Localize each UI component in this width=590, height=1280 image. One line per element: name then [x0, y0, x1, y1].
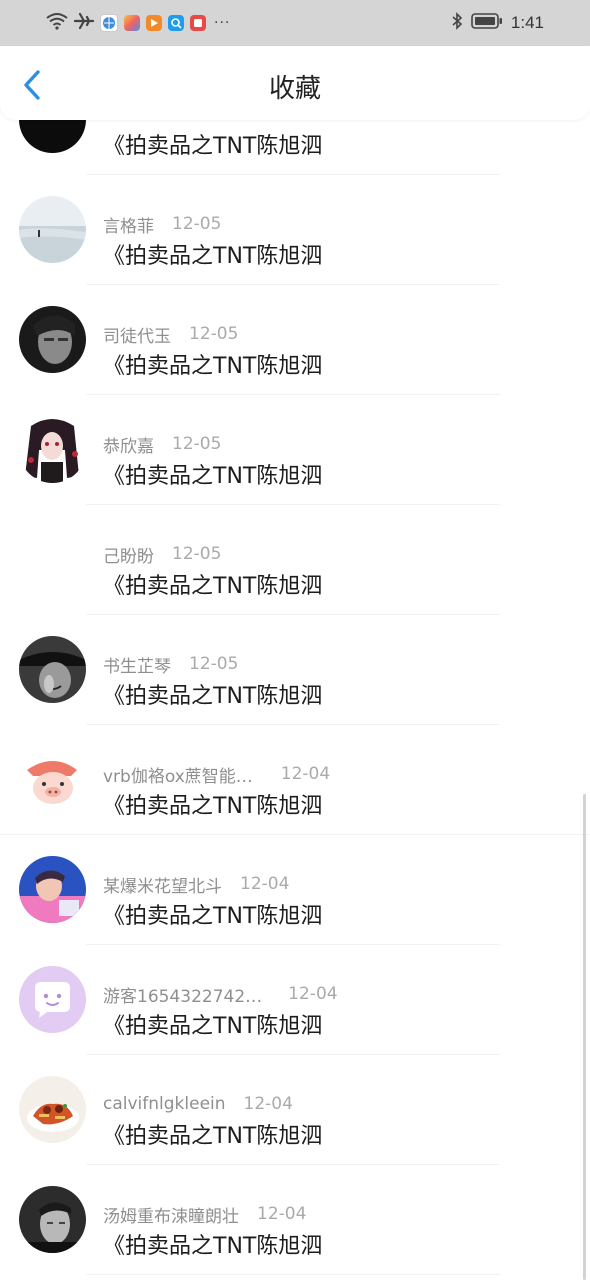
divider	[0, 834, 590, 835]
red-app-icon	[190, 15, 206, 31]
status-bar: ··· 1:41	[0, 0, 590, 46]
item-meta: 司徒代玉 12-05	[103, 324, 239, 347]
item-meta: 汤姆重布涑瞳朗壮 12-04	[103, 1204, 307, 1227]
favorite-item[interactable]: 司徒代玉 12-05 《拍卖品之TNT陈旭泗	[0, 286, 590, 396]
item-title: 《拍卖品之TNT陈旭泗	[103, 464, 323, 489]
item-title: 《拍卖品之TNT陈旭泗	[103, 904, 323, 929]
divider	[86, 284, 500, 285]
status-bar-left: ···	[46, 12, 230, 34]
favorite-item[interactable]: 游客1654322742… 12-04 《拍卖品之TNT陈旭泗	[0, 946, 590, 1056]
author-name: 某爆米花望北斗	[103, 876, 222, 897]
empty-avatar[interactable]	[19, 526, 86, 593]
item-title: 《拍卖品之TNT陈旭泗	[103, 1124, 323, 1149]
author-name: 言格菲	[103, 216, 154, 237]
item-title: 《拍卖品之TNT陈旭泗	[103, 1014, 323, 1039]
beach-avatar[interactable]	[19, 196, 86, 263]
item-date: 12-04	[257, 1204, 307, 1224]
item-title: 《拍卖品之TNT陈旭泗	[103, 1234, 323, 1259]
author-name: 汤姆重布涑瞳朗壮	[103, 1206, 239, 1227]
item-date: 12-05	[189, 654, 239, 674]
tiles-app-icon	[124, 15, 140, 31]
bw-portrait-avatar[interactable]	[19, 306, 86, 373]
favorites-list: 《拍卖品之TNT陈旭泗 言格菲 12-05 《拍卖品之TNT陈旭泗 司徒代玉 1…	[0, 66, 590, 1276]
item-meta: 书生芷琴 12-05	[103, 654, 239, 677]
author-name: calvifnlgkleein	[103, 1094, 226, 1114]
divider	[86, 724, 500, 725]
food-avatar[interactable]	[19, 1076, 86, 1143]
item-date: 12-05	[189, 324, 239, 344]
item-title: 《拍卖品之TNT陈旭泗	[103, 574, 323, 599]
favorite-item[interactable]: 某爆米花望北斗 12-04 《拍卖品之TNT陈旭泗	[0, 836, 590, 946]
man-portrait-avatar[interactable]	[19, 1186, 86, 1253]
item-meta: 游客1654322742… 12-04	[103, 984, 338, 1007]
item-date: 12-04	[288, 984, 338, 1004]
item-meta: 己盼盼 12-05	[103, 544, 222, 567]
wifi-icon	[46, 12, 68, 34]
item-title: 《拍卖品之TNT陈旭泗	[103, 354, 323, 379]
favorite-item[interactable]: calvifnlgkleein 12-04 《拍卖品之TNT陈旭泗	[0, 1056, 590, 1166]
author-name: vrb伽袼ox蔗智能…	[103, 766, 253, 787]
bluetooth-icon	[451, 12, 463, 34]
favorite-item[interactable]: 书生芷琴 12-05 《拍卖品之TNT陈旭泗	[0, 616, 590, 726]
clock-time: 1:41	[510, 13, 544, 32]
item-date: 12-04	[243, 1094, 293, 1114]
item-meta: 恭欣嘉 12-05	[103, 434, 222, 457]
chat-bubble-avatar[interactable]	[19, 966, 86, 1033]
item-date: 12-05	[172, 434, 222, 454]
more-notifications-icon: ···	[214, 15, 231, 31]
colorful-portrait-avatar[interactable]	[19, 856, 86, 923]
item-title: 《拍卖品之TNT陈旭泗	[103, 794, 323, 819]
item-date: 12-05	[172, 214, 222, 234]
author-name: 书生芷琴	[103, 656, 171, 677]
author-name: 恭欣嘉	[103, 436, 154, 457]
divider	[86, 504, 500, 505]
title-bar: 收藏	[0, 46, 590, 120]
divider	[86, 614, 500, 615]
status-bar-right: 1:41	[451, 12, 544, 34]
item-title: 《拍卖品之TNT陈旭泗	[103, 134, 323, 159]
item-title: 《拍卖品之TNT陈旭泗	[103, 244, 323, 269]
divider	[86, 944, 500, 945]
item-meta: vrb伽袼ox蔗智能… 12-04	[103, 764, 331, 787]
browser-app-icon	[100, 14, 118, 32]
play-app-icon	[146, 15, 162, 31]
item-meta: 言格菲 12-05	[103, 214, 222, 237]
item-date: 12-04	[240, 874, 290, 894]
item-date: 12-04	[280, 764, 331, 784]
search-app-icon	[168, 15, 184, 31]
favorite-item[interactable]: 恭欣嘉 12-05 《拍卖品之TNT陈旭泗	[0, 396, 590, 506]
divider	[86, 394, 500, 395]
anime-girl-avatar[interactable]	[19, 416, 86, 483]
divider	[86, 1164, 500, 1165]
item-meta: 某爆米花望北斗 12-04	[103, 874, 290, 897]
airplane-icon	[73, 12, 95, 34]
page-title: 收藏	[268, 74, 321, 104]
favorite-item[interactable]: 汤姆重布涑瞳朗壮 12-04 《拍卖品之TNT陈旭泗	[0, 1166, 590, 1276]
pig-cartoon-avatar[interactable]	[19, 746, 86, 813]
item-title: 《拍卖品之TNT陈旭泗	[103, 684, 323, 709]
scrollbar[interactable]	[583, 794, 586, 1280]
hat-portrait-avatar[interactable]	[19, 636, 86, 703]
favorite-item[interactable]: vrb伽袼ox蔗智能… 12-04 《拍卖品之TNT陈旭泗	[0, 726, 590, 836]
author-name: 己盼盼	[103, 546, 154, 567]
divider	[86, 1274, 500, 1275]
favorite-item[interactable]: 言格菲 12-05 《拍卖品之TNT陈旭泗	[0, 176, 590, 286]
divider	[86, 1054, 500, 1055]
favorite-item[interactable]: 己盼盼 12-05 《拍卖品之TNT陈旭泗	[0, 506, 590, 616]
author-name: 游客1654322742…	[103, 986, 263, 1007]
author-name: 司徒代玉	[103, 326, 171, 347]
divider	[86, 174, 500, 175]
battery-icon	[471, 13, 503, 33]
item-date: 12-05	[172, 544, 222, 564]
item-meta: calvifnlgkleein 12-04	[103, 1094, 293, 1114]
